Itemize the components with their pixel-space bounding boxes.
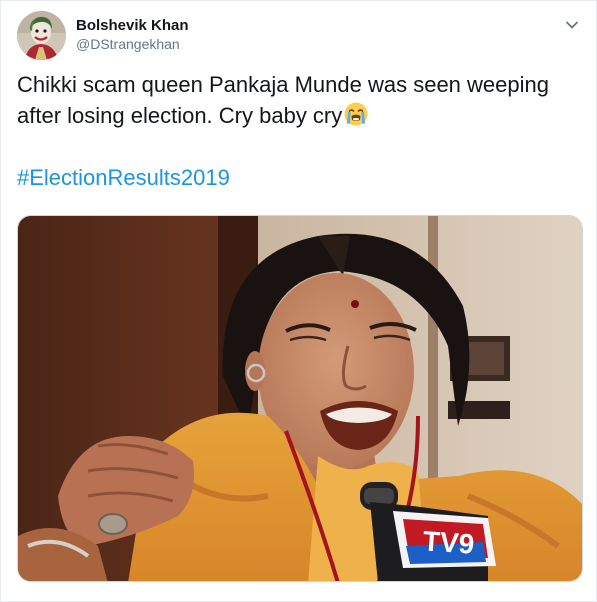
display-name[interactable]: Bolshevik Khan xyxy=(76,16,189,35)
photo-image: TV9 xyxy=(18,216,582,581)
tweet-text: Chikki scam queen Pankaja Munde was seen… xyxy=(17,69,577,131)
user-name-block[interactable]: Bolshevik Khan @DStrangekhan xyxy=(76,16,189,54)
user-handle[interactable]: @DStrangekhan xyxy=(76,35,189,54)
loudly-crying-face-icon xyxy=(343,101,369,127)
tweet-header: Bolshevik Khan @DStrangekhan xyxy=(17,11,582,61)
mic-logo-text: TV9 xyxy=(422,525,475,560)
user-avatar[interactable] xyxy=(17,11,66,60)
joker-avatar-icon xyxy=(17,11,66,60)
chevron-down-icon[interactable] xyxy=(564,17,580,33)
tweet-media-photo[interactable]: TV9 xyxy=(17,215,583,582)
tweet-body: Chikki scam queen Pankaja Munde was seen… xyxy=(17,72,549,128)
hashtag-link[interactable]: #ElectionResults2019 xyxy=(17,162,230,193)
tweet-card: Bolshevik Khan @DStrangekhan Chikki scam… xyxy=(0,0,597,602)
